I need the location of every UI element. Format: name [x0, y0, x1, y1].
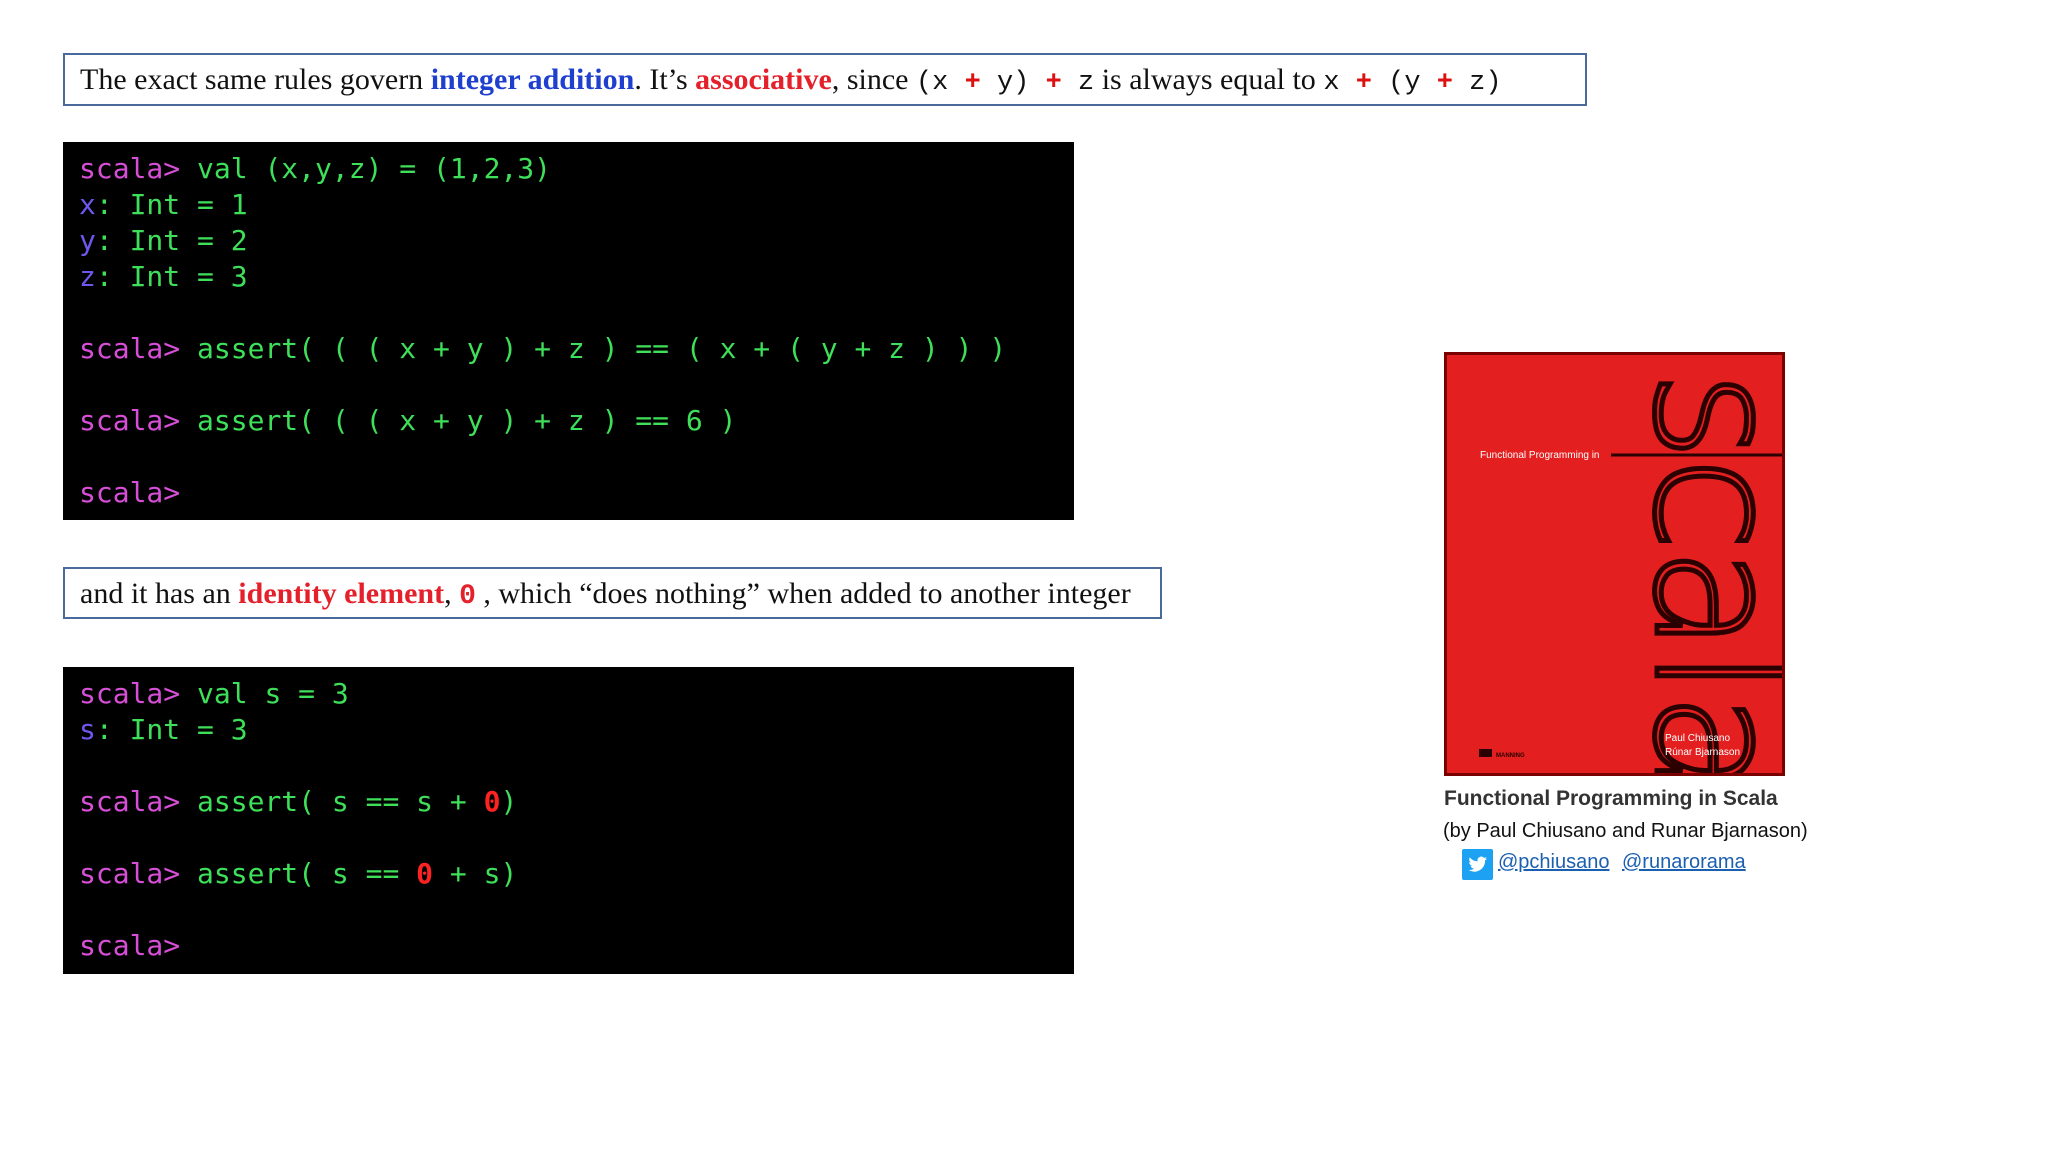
repl-input: + s): [433, 857, 518, 890]
code-fragment: z): [1452, 68, 1502, 98]
plus-operator: +: [1045, 68, 1062, 98]
twitter-icon: [1462, 849, 1493, 880]
scala-repl-associativity: scala> val (x,y,z) = (1,2,3) x: Int = 1 …: [63, 142, 1074, 520]
book-cover-art: Functional Programming in scala MANNING …: [1447, 355, 1782, 773]
code-fragment: (y: [1371, 68, 1437, 98]
repl-input: ): [500, 785, 518, 818]
twitter-link-pchiusano[interactable]: @pchiusano: [1498, 851, 1609, 874]
callout-text: , since: [831, 63, 916, 96]
var-name: s: [79, 713, 96, 746]
cover-publisher: MANNING: [1496, 753, 1525, 759]
repl-line: scala> assert( ( ( x + y ) + z ) == ( x …: [79, 331, 1074, 367]
identity-callout: and it has an identity element, 0 , whic…: [63, 567, 1162, 619]
repl-line: scala> assert( s == 0 + s): [79, 856, 1074, 892]
plus-operator: +: [1355, 68, 1372, 98]
repl-prompt: scala>: [79, 785, 181, 818]
repl-output: z: Int = 3: [79, 259, 1074, 295]
repl-prompt: scala>: [79, 476, 181, 509]
plus-operator: +: [1436, 68, 1453, 98]
repl-output: x: Int = 1: [79, 187, 1074, 223]
cover-author1: Paul Chiusano: [1665, 733, 1730, 744]
repl-line: scala> assert( ( ( x + y ) + z ) == 6 ): [79, 403, 1074, 439]
repl-prompt: scala>: [79, 677, 181, 710]
var-type-value: : Int = 1: [95, 188, 248, 221]
callout-text: ,: [444, 577, 460, 610]
cover-scala-word: scala: [1616, 371, 1782, 773]
repl-line: scala> val (x,y,z) = (1,2,3): [79, 151, 1074, 187]
var-name: x: [79, 188, 96, 221]
manning-logo: [1479, 749, 1492, 757]
var-name: z: [79, 260, 96, 293]
repl-input: assert( ( ( x + y ) + z ) == 6 ): [180, 404, 737, 437]
callout-text: and it has an: [80, 577, 239, 610]
twitter-bird-glyph: [1468, 856, 1487, 872]
callout-text: The exact same rules govern: [80, 63, 431, 96]
callout-text: is always equal to: [1094, 63, 1324, 96]
identity-element-keyword: identity element: [238, 577, 445, 610]
expression-left: (x + y) + z: [916, 68, 1094, 98]
repl-input: assert( ( ( x + y ) + z ) == ( x + ( y +…: [180, 332, 1007, 365]
code-fragment: y): [980, 68, 1046, 98]
var-type-value: : Int = 2: [95, 224, 248, 257]
var-type-value: : Int = 3: [95, 260, 248, 293]
repl-prompt: scala>: [79, 332, 181, 365]
var-name: y: [79, 224, 96, 257]
repl-input: val s = 3: [180, 677, 349, 710]
repl-line: scala>: [79, 475, 1074, 511]
cover-author2: Rúnar Bjarnason: [1665, 747, 1740, 758]
code-fragment: z: [1061, 68, 1095, 98]
var-type-value: : Int = 3: [95, 713, 248, 746]
repl-input: assert( s ==: [180, 857, 417, 890]
repl-line: scala> assert( s == s + 0): [79, 784, 1074, 820]
expression-right: x + (y + z): [1323, 68, 1501, 98]
plus-operator: +: [964, 68, 981, 98]
repl-line: scala>: [79, 928, 1074, 964]
code-fragment: (x: [915, 68, 965, 98]
code-fragment: x: [1323, 68, 1356, 98]
callout-text: , which “does nothing” when added to ano…: [475, 577, 1131, 610]
repl-input: assert( s == s +: [180, 785, 484, 818]
repl-output: s: Int = 3: [79, 712, 1074, 748]
integer-addition-keyword: integer addition: [430, 63, 635, 96]
twitter-link-runarorama[interactable]: @runarorama: [1622, 851, 1746, 874]
repl-line: scala> val s = 3: [79, 676, 1074, 712]
zero-literal: 0: [483, 785, 501, 818]
zero-literal: 0: [416, 857, 434, 890]
repl-prompt: scala>: [79, 929, 181, 962]
callout-text: . It’s: [634, 63, 696, 96]
repl-prompt: scala>: [79, 152, 181, 185]
cover-subtitle: Functional Programming in: [1480, 450, 1600, 461]
repl-prompt: scala>: [79, 857, 181, 890]
book-title: Functional Programming in Scala: [1444, 787, 1778, 810]
associativity-callout: The exact same rules govern integer addi…: [63, 53, 1587, 106]
repl-input: val (x,y,z) = (1,2,3): [180, 152, 552, 185]
repl-prompt: scala>: [79, 404, 181, 437]
book-authors: (by Paul Chiusano and Runar Bjarnason): [1443, 820, 1808, 842]
book-cover-image: Functional Programming in scala MANNING …: [1444, 352, 1785, 776]
associative-keyword: associative: [695, 63, 832, 96]
zero-literal: 0: [459, 581, 476, 612]
scala-repl-identity: scala> val s = 3 s: Int = 3 scala> asser…: [63, 667, 1074, 974]
repl-output: y: Int = 2: [79, 223, 1074, 259]
